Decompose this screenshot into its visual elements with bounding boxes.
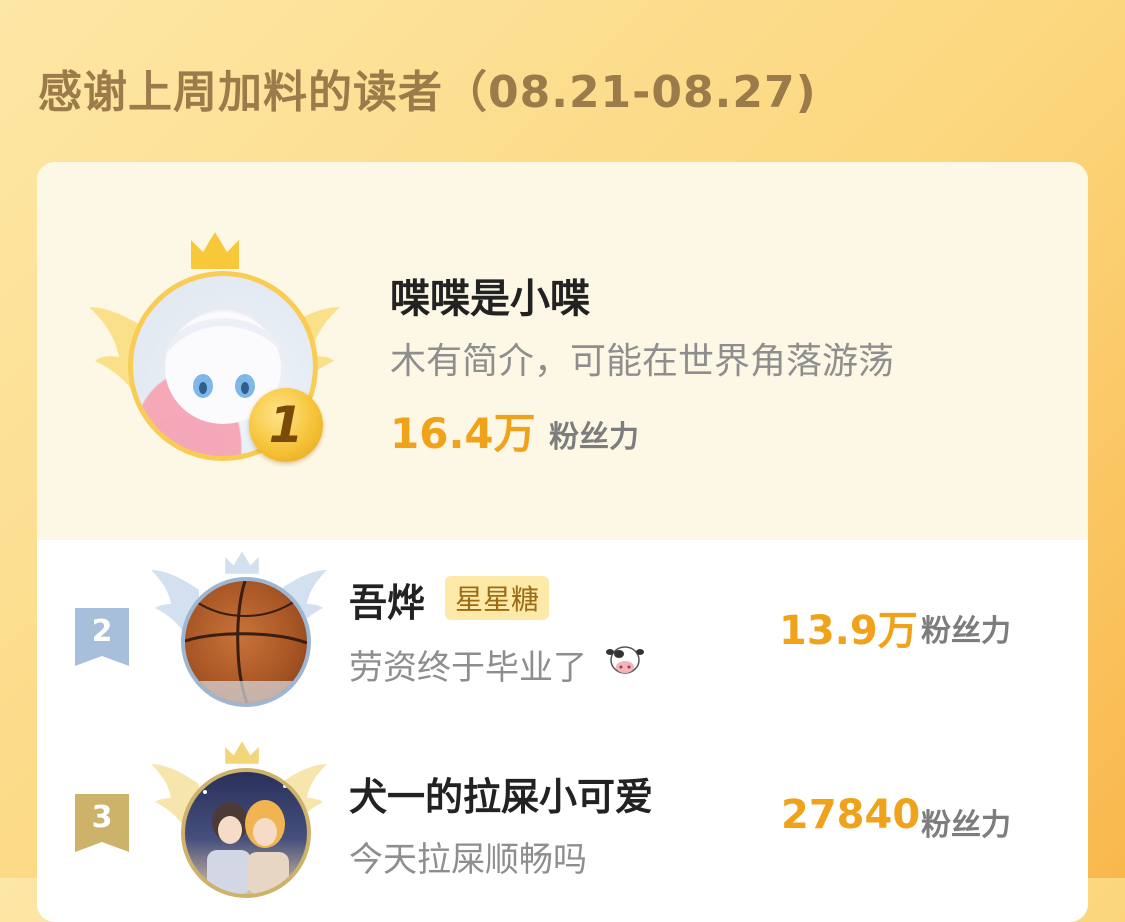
crown-icon xyxy=(225,741,259,764)
top-reader-row[interactable]: 1 喋喋是小喋 木有简介，可能在世界角落游荡 16.4万 粉丝力 xyxy=(37,162,1088,540)
cow-emoji-icon xyxy=(606,646,644,674)
crown-icon xyxy=(191,232,239,269)
reader-name: 犬一的拉屎小可爱 xyxy=(349,775,654,819)
fan-power-value: 16.4万 xyxy=(390,409,536,458)
reader-tag: 星星糖 xyxy=(445,576,550,620)
fan-power-value: 27840 xyxy=(781,792,921,838)
fan-power-label: 粉丝力 xyxy=(921,614,1011,649)
fan-power-value: 13.9万 xyxy=(779,608,918,654)
avatar[interactable] xyxy=(181,768,311,898)
page-title: 感谢上周加料的读者（08.21-08.27) xyxy=(38,67,817,118)
avatar[interactable] xyxy=(181,577,311,707)
rank-medal-icon: 1 xyxy=(249,388,323,462)
reader-bio: 今天拉屎顺畅吗 xyxy=(349,840,587,880)
reader-bio: 劳资终于毕业了 xyxy=(349,648,587,688)
reader-row-2[interactable]: 2 吾烨 星星糖 劳资终于毕业了 13.9万 粉丝力 xyxy=(37,540,1088,730)
fan-power-label: 粉丝力 xyxy=(921,808,1011,843)
reader-row-3[interactable]: 3 犬一的拉屎小可爱 今天拉屎顺畅吗 27840 粉丝力 xyxy=(37,730,1088,922)
crown-icon xyxy=(225,551,259,574)
fan-power-label: 粉丝力 xyxy=(549,420,639,455)
reader-name: 吾烨 xyxy=(349,581,426,625)
leaderboard-card: 1 喋喋是小喋 木有简介，可能在世界角落游荡 16.4万 粉丝力 2 吾烨 星星… xyxy=(37,162,1088,922)
reader-bio: 木有简介，可能在世界角落游荡 xyxy=(390,341,895,382)
reader-name: 喋喋是小喋 xyxy=(390,276,590,322)
